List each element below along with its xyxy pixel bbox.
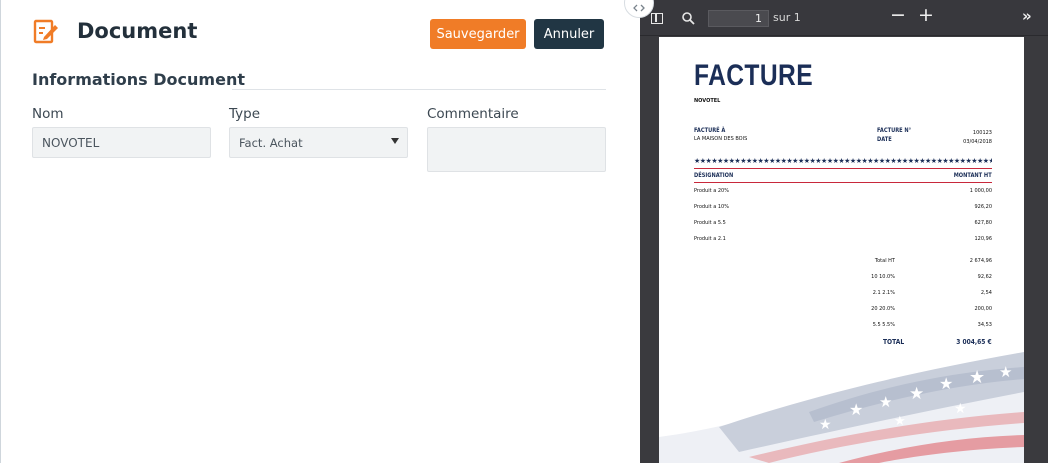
grand-total-value: 3 004,65 € [956, 338, 992, 346]
table-row: Produit a 10% 926,20 [694, 204, 992, 214]
pdf-toolbar: 1 sur 1 − + » [640, 0, 1048, 36]
item-amount: 120,96 [974, 236, 993, 242]
commentaire-label: Commentaire [427, 106, 519, 122]
svg-text:★: ★ [909, 384, 924, 404]
zoom-in-button[interactable]: + [918, 4, 934, 26]
col-amount-header: MONTANT HT [954, 172, 992, 179]
table-row: Produit a 2.1 120,96 [694, 236, 992, 246]
invoice-company: NOVOTEL [694, 98, 721, 104]
total-amount: 2,54 [980, 290, 992, 296]
section-divider [232, 89, 606, 90]
invoice-title: FACTURE [694, 59, 814, 92]
total-row: 20 20.0% 200,00 [859, 306, 992, 316]
item-name: Produit a 20% [694, 188, 729, 194]
item-name: Produit a 10% [694, 204, 729, 210]
nom-input[interactable]: NOVOTEL [32, 127, 211, 158]
nom-label: Nom [32, 106, 64, 122]
svg-text:★: ★ [939, 374, 953, 393]
chevrons-icon [633, 4, 645, 12]
item-amount: 926,20 [974, 204, 993, 210]
document-form-panel: Document Sauvegarder Annuler Information… [0, 0, 640, 463]
type-label: Type [229, 106, 261, 122]
section-title: Informations Document [32, 70, 245, 89]
total-row: Total HT 2 674,96 [859, 258, 992, 268]
stars-divider: ★★★★★★★★★★★★★★★★★★★★★★★★★★★★★★★★★★★★★★★★… [694, 157, 992, 165]
total-row: 10 10.0% 92,62 [859, 274, 992, 284]
table-row: Produit a 5.5 627,80 [694, 220, 992, 230]
total-amount: 92,62 [977, 274, 992, 280]
page-number-input[interactable]: 1 [708, 10, 769, 27]
date-value: 03/04/2018 [963, 139, 992, 145]
invoice-number-label: FACTURE N° [877, 127, 912, 134]
total-amount: 2 674,96 [969, 258, 992, 264]
svg-text:★: ★ [999, 363, 1012, 381]
svg-text:★: ★ [894, 414, 906, 429]
svg-text:★: ★ [849, 400, 863, 419]
type-select[interactable]: Fact. Achat [229, 127, 408, 158]
form-header: Document [33, 18, 197, 44]
sidebar-toggle-icon[interactable] [651, 13, 663, 24]
total-name: 20 20.0% [871, 306, 895, 312]
invoice-number-value: 100123 [972, 130, 992, 136]
billed-to-value: LA MAISON DES BOIS [694, 136, 748, 142]
date-label: DATE [877, 136, 892, 143]
type-select-value: Fact. Achat [239, 135, 303, 150]
table-header-rule [694, 182, 992, 183]
svg-text:★: ★ [969, 367, 985, 388]
total-amount: 200,00 [974, 306, 993, 312]
save-button[interactable]: Sauvegarder [430, 19, 526, 49]
billed-to-label: FACTURÉ À [694, 127, 726, 134]
total-row: 2.1 2.1% 2,54 [859, 290, 992, 300]
pdf-viewer: 1 sur 1 − + » FACTURE NOVOTEL FACTURÉ À … [640, 0, 1048, 463]
total-name: 2.1 2.1% [872, 290, 895, 296]
grand-total-label: TOTAL [883, 338, 905, 346]
dropdown-arrow-icon [391, 138, 399, 144]
app: Document Sauvegarder Annuler Information… [0, 0, 1048, 463]
pdf-page: FACTURE NOVOTEL FACTURÉ À LA MAISON DES … [659, 37, 1024, 463]
more-tools-button[interactable]: » [1022, 7, 1032, 25]
zoom-out-button[interactable]: − [890, 4, 906, 26]
col-designation-header: DÉSIGNATION [694, 172, 734, 179]
svg-text:★: ★ [879, 393, 892, 411]
table-row: Produit a 20% 1 000,00 [694, 188, 992, 198]
svg-text:★: ★ [954, 401, 967, 417]
table-top-rule [694, 168, 992, 169]
item-name: Produit a 5.5 [694, 220, 726, 226]
commentaire-textarea[interactable] [427, 127, 606, 172]
page-count-label: sur 1 [773, 11, 801, 24]
item-name: Produit a 2.1 [694, 236, 726, 242]
edit-document-icon [33, 19, 58, 44]
total-name: Total HT [874, 258, 895, 264]
page-title: Document [77, 19, 198, 43]
item-amount: 627,80 [974, 220, 993, 226]
total-name: 10 10.0% [871, 274, 895, 280]
item-amount: 1 000,00 [969, 188, 992, 194]
cancel-button[interactable]: Annuler [534, 19, 604, 49]
svg-text:★: ★ [819, 417, 832, 433]
search-icon[interactable] [681, 11, 695, 25]
